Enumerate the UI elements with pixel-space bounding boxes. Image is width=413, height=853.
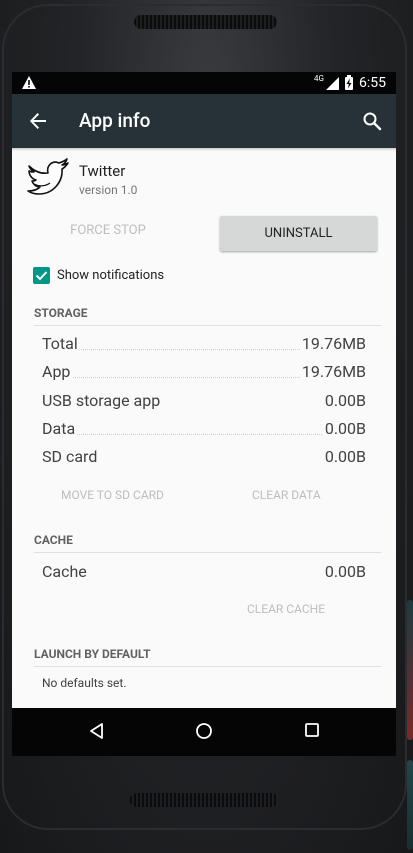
storage-row-value: 0.00B: [322, 447, 366, 466]
app-bar: App info: [12, 94, 396, 148]
page-title: App info: [79, 109, 151, 132]
twitter-logo-icon: [27, 158, 69, 195]
storage-row-app: App 19.76MB: [42, 362, 366, 386]
storage-section-header: STORAGE: [34, 306, 88, 320]
move-to-sd-card-button[interactable]: MOVE TO SD CARD: [61, 488, 164, 502]
clock: 6:55: [359, 75, 386, 91]
status-icons: 4G 6:55: [314, 74, 386, 91]
launch-divider: [34, 666, 381, 667]
show-notifications-row[interactable]: Show notifications: [33, 266, 164, 284]
storage-row-value: 0.00B: [322, 419, 366, 438]
storage-divider: [34, 325, 381, 326]
clear-cache-button[interactable]: CLEAR CACHE: [247, 602, 325, 616]
storage-row-label: Data: [42, 419, 78, 438]
show-notifications-label: Show notifications: [57, 267, 165, 283]
show-notifications-checkbox[interactable]: [33, 266, 50, 284]
nav-recents-icon[interactable]: [304, 722, 320, 738]
storage-row-label: Total: [42, 334, 80, 353]
storage-row-value: 0.00B: [322, 391, 366, 410]
storage-row-usb-storage-app: USB storage app 0.00B: [42, 391, 366, 415]
uninstall-button[interactable]: UNINSTALL: [220, 216, 377, 251]
app-name: Twitter: [79, 162, 126, 180]
background-wall-strip: [407, 760, 413, 850]
battery-icon: [345, 74, 353, 90]
cache-row: Cache 0.00B: [42, 562, 366, 586]
storage-row-value: 19.76MB: [299, 362, 366, 381]
storage-row-label: SD card: [42, 447, 100, 466]
storage-row-data: Data 0.00B: [42, 419, 366, 443]
cache-section-header: CACHE: [34, 533, 73, 547]
cache-row-value: 0.00B: [322, 562, 366, 581]
signal-icon: [326, 76, 339, 90]
launch-defaults-text: No defaults set.: [42, 676, 127, 690]
back-arrow-icon[interactable]: [28, 111, 48, 131]
background-wall-strip: [407, 600, 413, 740]
cache-divider: [34, 552, 381, 553]
clear-data-button[interactable]: CLEAR DATA: [252, 488, 321, 502]
nav-home-icon[interactable]: [195, 722, 213, 740]
force-stop-button[interactable]: FORCE STOP: [30, 214, 186, 248]
app-header: Twitter version 1.0: [26, 156, 386, 202]
launch-by-default-header: LAUNCH BY DEFAULT: [34, 647, 151, 661]
search-icon[interactable]: [362, 111, 382, 131]
app-info-content: Twitter version 1.0 FORCE STOP UNINSTALL…: [12, 148, 396, 708]
phone-frame: 4G 6:55 App info Twitter version 1.0 FOR…: [0, 0, 413, 853]
navigation-bar: [12, 708, 396, 756]
warning-icon: [22, 76, 36, 89]
nav-back-icon[interactable]: [88, 722, 106, 740]
status-bar: 4G 6:55: [12, 72, 396, 94]
storage-row-total: Total 19.76MB: [42, 334, 366, 358]
storage-row-value: 19.76MB: [299, 334, 366, 353]
earpiece-speaker: [134, 15, 277, 29]
device-screen: 4G 6:55 App info Twitter version 1.0 FOR…: [12, 72, 396, 756]
storage-row-label: App: [42, 362, 73, 381]
network-type: 4G: [314, 74, 324, 83]
bottom-speaker: [130, 793, 278, 807]
app-version: version 1.0: [79, 183, 138, 197]
check-icon: [35, 270, 48, 280]
cache-row-label: Cache: [42, 562, 89, 581]
storage-row-label: USB storage app: [42, 391, 163, 410]
storage-row-sd-card: SD card 0.00B: [42, 447, 366, 471]
